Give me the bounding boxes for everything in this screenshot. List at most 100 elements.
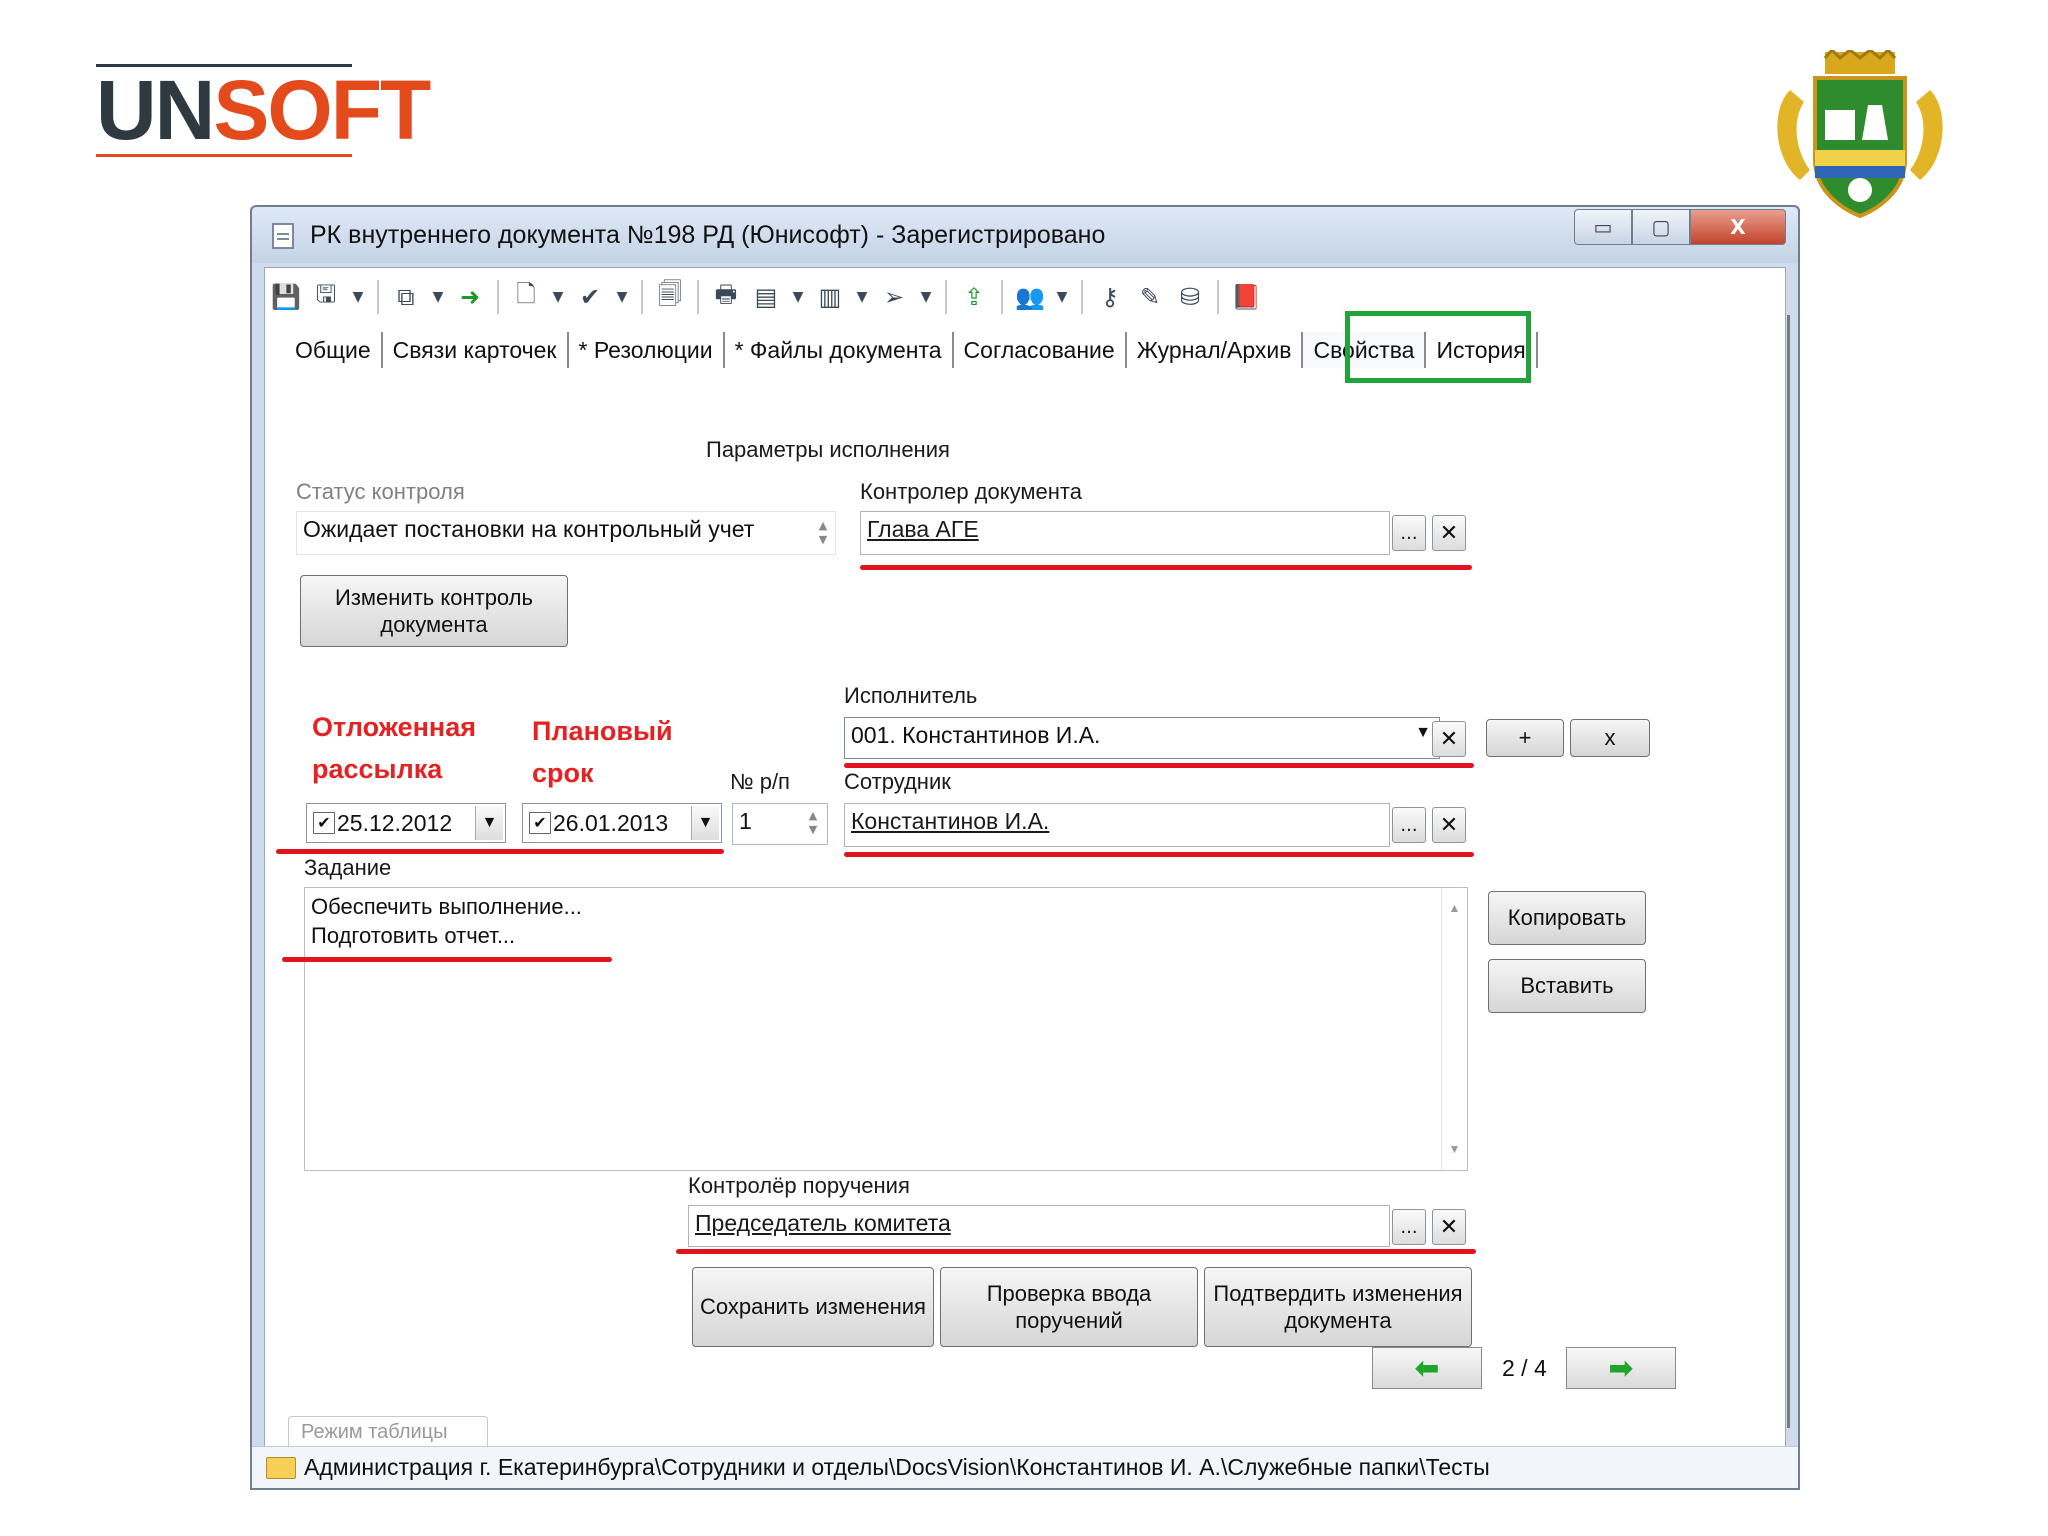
chevron-down-icon[interactable]: ▼ xyxy=(691,806,719,840)
doc-controller-clear-button[interactable]: ✕ xyxy=(1432,515,1466,551)
city-emblem-icon xyxy=(1777,50,1943,219)
arrow-right-icon: ➡ xyxy=(1608,1350,1634,1386)
executor-value: 001. Константинов И.А. xyxy=(851,722,1101,748)
print-icon[interactable]: 🖶 xyxy=(709,280,743,314)
table-mode-tab[interactable]: Режим таблицы xyxy=(288,1416,488,1446)
control-status-field[interactable]: Ожидает постановки на контрольный учет xyxy=(296,511,836,555)
save-changes-button[interactable]: Сохранить изменения xyxy=(692,1267,934,1347)
tab-journal-archive[interactable]: Журнал/Архив xyxy=(1127,332,1304,368)
tab-card-links[interactable]: Связи карточек xyxy=(383,332,569,368)
tab-document-files[interactable]: * Файлы документа xyxy=(725,332,954,368)
planned-date-picker[interactable]: ✔ 26.01.2013 ▼ xyxy=(522,803,722,843)
executor-clear-button[interactable]: ✕ xyxy=(1432,721,1466,757)
scroll-down-icon[interactable]: ▼ xyxy=(1442,1135,1467,1164)
chevron-down-icon[interactable]: ▼ xyxy=(349,280,367,314)
deferred-date-picker[interactable]: ✔ 25.12.2012 ▼ xyxy=(306,803,506,843)
annotation-underline xyxy=(676,1249,1476,1254)
route-icon[interactable]: ➜ xyxy=(453,280,487,314)
chevron-down-icon[interactable]: ▼ xyxy=(917,280,935,314)
executor-select[interactable]: 001. Константинов И.А. ▼ xyxy=(844,717,1440,759)
upload-icon[interactable]: ⇪ xyxy=(957,280,991,314)
assignment-controller-clear-button[interactable]: ✕ xyxy=(1432,1209,1466,1245)
close-button[interactable]: X xyxy=(1690,209,1786,245)
employee-clear-button[interactable]: ✕ xyxy=(1432,807,1466,843)
panel-right-border xyxy=(1787,315,1790,1428)
employee-field[interactable]: Константинов И.А. xyxy=(844,803,1390,847)
deferred-date-value: 25.12.2012 xyxy=(337,809,453,836)
chevron-down-icon[interactable]: ▼ xyxy=(853,280,871,314)
change-control-button[interactable]: Изменить контроль документа xyxy=(300,575,568,647)
copy-button[interactable]: Копировать xyxy=(1488,891,1646,945)
status-bar: Администрация г. Екатеринбурга\Сотрудник… xyxy=(252,1446,1798,1488)
chevron-down-icon[interactable]: ▼ xyxy=(1053,280,1071,314)
task-scrollbar[interactable]: ▲ ▼ xyxy=(1441,888,1467,1170)
task-line: Подготовить отчет... xyxy=(311,923,516,948)
send-icon[interactable]: ➢ xyxy=(877,280,911,314)
users-icon[interactable]: 👥 xyxy=(1013,280,1047,314)
unisoft-logo: UNSOFT xyxy=(96,62,431,162)
barcode-icon[interactable]: ▥ xyxy=(813,280,847,314)
annotation-underline xyxy=(860,565,1472,570)
toolbar: 💾 🖫 ▼ ⧉ ▼ ➜ 🗋 ▼ ✔ ▼ 🗐 🖶 ▤ ▼ ▥ ▼ ➢ ▼ ⇪ � xyxy=(269,274,1263,320)
employee-browse-button[interactable]: ... xyxy=(1392,807,1426,843)
new-doc-icon[interactable]: 🗋 xyxy=(509,280,543,314)
title-bar[interactable]: РК внутреннего документа №198 РД (Юнисоф… xyxy=(252,207,1798,263)
annotation-underline xyxy=(276,849,724,854)
doc-controller-browse-button[interactable]: ... xyxy=(1392,515,1426,551)
add-executor-button[interactable]: + xyxy=(1486,719,1564,757)
control-status-spinner[interactable]: ▲ ▼ xyxy=(814,519,832,547)
active-tab-highlight xyxy=(1345,311,1531,383)
chevron-down-icon[interactable]: ▼ xyxy=(549,280,567,314)
maximize-button[interactable]: ▢ xyxy=(1632,209,1690,245)
annotation-underline xyxy=(282,957,612,962)
order-number-spinner[interactable]: ▲ ▼ xyxy=(804,809,822,837)
task-line: Обеспечить выполнение... xyxy=(311,894,582,919)
window-title: РК внутреннего документа №198 РД (Юнисоф… xyxy=(310,221,1106,249)
planned-date-checkbox[interactable]: ✔ xyxy=(529,812,551,834)
remove-executor-button[interactable]: x xyxy=(1570,719,1650,757)
tab-approval[interactable]: Согласование xyxy=(954,332,1127,368)
key-icon[interactable]: ⚷ xyxy=(1093,280,1127,314)
save-as-icon[interactable]: 🖫 xyxy=(309,280,343,314)
check-assignments-button[interactable]: Проверка ввода поручений xyxy=(940,1267,1198,1347)
sign-icon[interactable]: ✔ xyxy=(573,280,607,314)
confirm-document-changes-button[interactable]: Подтвердить изменения документа xyxy=(1204,1267,1472,1347)
chevron-down-icon[interactable]: ▼ xyxy=(1415,724,1431,742)
window-controls: ▭ ▢ X xyxy=(1574,209,1786,245)
copy-doc-icon[interactable]: ⧉ xyxy=(389,280,423,314)
page-icon[interactable]: 🗐 xyxy=(653,280,687,314)
toolbar-separator xyxy=(1001,280,1003,314)
folder-path: Администрация г. Екатеринбурга\Сотрудник… xyxy=(304,1454,1490,1480)
document-icon xyxy=(272,223,294,249)
paste-button[interactable]: Вставить xyxy=(1488,959,1646,1013)
doc-controller-field[interactable]: Глава АГЕ xyxy=(860,511,1390,555)
edit-icon[interactable]: ✎ xyxy=(1133,280,1167,314)
stamp-icon[interactable]: ⛁ xyxy=(1173,280,1207,314)
deferred-mailing-label: Отложенная рассылка xyxy=(312,712,476,784)
scan-icon[interactable]: ▤ xyxy=(749,280,783,314)
chevron-down-icon[interactable]: ▼ xyxy=(475,806,503,840)
minimize-button[interactable]: ▭ xyxy=(1574,209,1632,245)
book-icon[interactable]: 📕 xyxy=(1229,280,1263,314)
order-number-label: № р/п xyxy=(730,769,790,794)
next-page-button[interactable]: ➡ xyxy=(1566,1347,1676,1389)
doc-controller-label: Контролер документа xyxy=(860,479,1082,504)
annotation-underline xyxy=(844,852,1474,857)
chevron-down-icon[interactable]: ▼ xyxy=(789,280,807,314)
prev-page-button[interactable]: ⬅ xyxy=(1372,1347,1482,1389)
save-icon[interactable]: 💾 xyxy=(269,280,303,314)
deferred-date-checkbox[interactable]: ✔ xyxy=(313,812,335,834)
chevron-down-icon[interactable]: ▼ xyxy=(429,280,447,314)
executor-label: Исполнитель xyxy=(844,683,978,708)
planned-date-value: 26.01.2013 xyxy=(553,809,669,836)
assignment-controller-browse-button[interactable]: ... xyxy=(1392,1209,1426,1245)
toolbar-separator xyxy=(697,280,699,314)
tab-resolutions[interactable]: * Резолюции xyxy=(569,332,725,368)
tab-general[interactable]: Общие xyxy=(285,332,383,368)
folder-icon xyxy=(266,1456,296,1479)
chevron-down-icon[interactable]: ▼ xyxy=(613,280,631,314)
assignment-controller-field[interactable]: Председатель комитета xyxy=(688,1205,1390,1247)
toolbar-separator xyxy=(641,280,643,314)
scroll-up-icon[interactable]: ▲ xyxy=(1442,894,1467,923)
task-textarea[interactable]: Обеспечить выполнение... Подготовить отч… xyxy=(304,887,1468,1171)
